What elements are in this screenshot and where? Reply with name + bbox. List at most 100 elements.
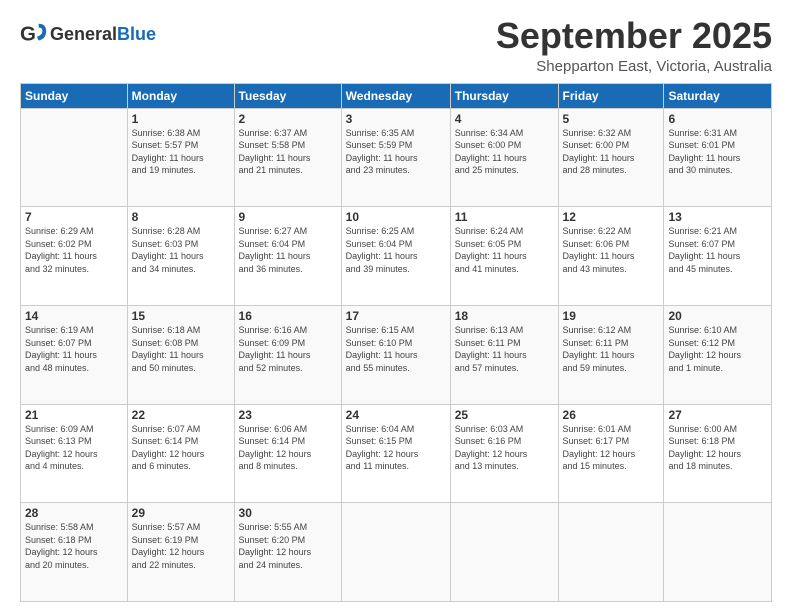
calendar-week-3: 14Sunrise: 6:19 AMSunset: 6:07 PMDayligh… — [21, 305, 772, 404]
calendar-header-friday: Friday — [558, 83, 664, 108]
day-number: 29 — [132, 506, 230, 520]
calendar-header-monday: Monday — [127, 83, 234, 108]
calendar-header-thursday: Thursday — [450, 83, 558, 108]
day-number: 23 — [239, 408, 337, 422]
calendar-cell: 27Sunrise: 6:00 AMSunset: 6:18 PMDayligh… — [664, 404, 772, 503]
calendar-cell — [664, 503, 772, 602]
day-info: Sunrise: 5:55 AMSunset: 6:20 PMDaylight:… — [239, 521, 337, 571]
calendar-cell: 4Sunrise: 6:34 AMSunset: 6:00 PMDaylight… — [450, 108, 558, 207]
day-info: Sunrise: 6:19 AMSunset: 6:07 PMDaylight:… — [25, 324, 123, 374]
day-info: Sunrise: 6:15 AMSunset: 6:10 PMDaylight:… — [346, 324, 446, 374]
calendar-header-row: SundayMondayTuesdayWednesdayThursdayFrid… — [21, 83, 772, 108]
day-number: 26 — [563, 408, 660, 422]
calendar-cell: 18Sunrise: 6:13 AMSunset: 6:11 PMDayligh… — [450, 305, 558, 404]
day-number: 28 — [25, 506, 123, 520]
day-number: 8 — [132, 210, 230, 224]
day-info: Sunrise: 6:38 AMSunset: 5:57 PMDaylight:… — [132, 127, 230, 177]
day-info: Sunrise: 6:12 AMSunset: 6:11 PMDaylight:… — [563, 324, 660, 374]
day-number: 16 — [239, 309, 337, 323]
day-number: 18 — [455, 309, 554, 323]
calendar-week-4: 21Sunrise: 6:09 AMSunset: 6:13 PMDayligh… — [21, 404, 772, 503]
calendar-cell: 21Sunrise: 6:09 AMSunset: 6:13 PMDayligh… — [21, 404, 128, 503]
calendar-cell: 29Sunrise: 5:57 AMSunset: 6:19 PMDayligh… — [127, 503, 234, 602]
logo-icon: G — [20, 20, 48, 48]
calendar-header-saturday: Saturday — [664, 83, 772, 108]
location-title: Shepparton East, Victoria, Australia — [496, 58, 772, 75]
calendar-cell — [450, 503, 558, 602]
calendar-cell: 13Sunrise: 6:21 AMSunset: 6:07 PMDayligh… — [664, 207, 772, 306]
calendar-cell: 10Sunrise: 6:25 AMSunset: 6:04 PMDayligh… — [341, 207, 450, 306]
day-number: 30 — [239, 506, 337, 520]
calendar-cell: 7Sunrise: 6:29 AMSunset: 6:02 PMDaylight… — [21, 207, 128, 306]
day-number: 17 — [346, 309, 446, 323]
calendar-cell: 20Sunrise: 6:10 AMSunset: 6:12 PMDayligh… — [664, 305, 772, 404]
day-info: Sunrise: 6:18 AMSunset: 6:08 PMDaylight:… — [132, 324, 230, 374]
calendar-cell: 16Sunrise: 6:16 AMSunset: 6:09 PMDayligh… — [234, 305, 341, 404]
calendar-cell: 6Sunrise: 6:31 AMSunset: 6:01 PMDaylight… — [664, 108, 772, 207]
day-number: 9 — [239, 210, 337, 224]
calendar-cell: 8Sunrise: 6:28 AMSunset: 6:03 PMDaylight… — [127, 207, 234, 306]
day-number: 25 — [455, 408, 554, 422]
calendar-week-5: 28Sunrise: 5:58 AMSunset: 6:18 PMDayligh… — [21, 503, 772, 602]
day-info: Sunrise: 6:29 AMSunset: 6:02 PMDaylight:… — [25, 225, 123, 275]
day-number: 21 — [25, 408, 123, 422]
calendar-cell: 12Sunrise: 6:22 AMSunset: 6:06 PMDayligh… — [558, 207, 664, 306]
calendar-cell: 26Sunrise: 6:01 AMSunset: 6:17 PMDayligh… — [558, 404, 664, 503]
day-info: Sunrise: 6:06 AMSunset: 6:14 PMDaylight:… — [239, 423, 337, 473]
title-section: September 2025 Shepparton East, Victoria… — [496, 16, 772, 75]
calendar-cell: 9Sunrise: 6:27 AMSunset: 6:04 PMDaylight… — [234, 207, 341, 306]
day-info: Sunrise: 6:35 AMSunset: 5:59 PMDaylight:… — [346, 127, 446, 177]
day-info: Sunrise: 6:00 AMSunset: 6:18 PMDaylight:… — [668, 423, 767, 473]
day-info: Sunrise: 6:03 AMSunset: 6:16 PMDaylight:… — [455, 423, 554, 473]
calendar-cell: 24Sunrise: 6:04 AMSunset: 6:15 PMDayligh… — [341, 404, 450, 503]
calendar-cell: 1Sunrise: 6:38 AMSunset: 5:57 PMDaylight… — [127, 108, 234, 207]
day-info: Sunrise: 5:57 AMSunset: 6:19 PMDaylight:… — [132, 521, 230, 571]
calendar-cell — [558, 503, 664, 602]
day-info: Sunrise: 6:04 AMSunset: 6:15 PMDaylight:… — [346, 423, 446, 473]
day-number: 19 — [563, 309, 660, 323]
calendar-cell: 3Sunrise: 6:35 AMSunset: 5:59 PMDaylight… — [341, 108, 450, 207]
calendar-cell: 15Sunrise: 6:18 AMSunset: 6:08 PMDayligh… — [127, 305, 234, 404]
day-number: 3 — [346, 112, 446, 126]
header: G GeneralBlue September 2025 Shepparton … — [20, 16, 772, 75]
day-info: Sunrise: 6:22 AMSunset: 6:06 PMDaylight:… — [563, 225, 660, 275]
month-title: September 2025 — [496, 16, 772, 56]
day-number: 22 — [132, 408, 230, 422]
calendar-cell: 2Sunrise: 6:37 AMSunset: 5:58 PMDaylight… — [234, 108, 341, 207]
calendar-week-2: 7Sunrise: 6:29 AMSunset: 6:02 PMDaylight… — [21, 207, 772, 306]
svg-text:G: G — [20, 23, 36, 46]
calendar-cell: 17Sunrise: 6:15 AMSunset: 6:10 PMDayligh… — [341, 305, 450, 404]
calendar-cell: 22Sunrise: 6:07 AMSunset: 6:14 PMDayligh… — [127, 404, 234, 503]
calendar-cell: 19Sunrise: 6:12 AMSunset: 6:11 PMDayligh… — [558, 305, 664, 404]
calendar-header-tuesday: Tuesday — [234, 83, 341, 108]
day-info: Sunrise: 6:07 AMSunset: 6:14 PMDaylight:… — [132, 423, 230, 473]
calendar-cell: 14Sunrise: 6:19 AMSunset: 6:07 PMDayligh… — [21, 305, 128, 404]
calendar-cell: 28Sunrise: 5:58 AMSunset: 6:18 PMDayligh… — [21, 503, 128, 602]
day-info: Sunrise: 6:28 AMSunset: 6:03 PMDaylight:… — [132, 225, 230, 275]
calendar-cell: 11Sunrise: 6:24 AMSunset: 6:05 PMDayligh… — [450, 207, 558, 306]
logo: G GeneralBlue — [20, 20, 156, 48]
page: G GeneralBlue September 2025 Shepparton … — [0, 0, 792, 612]
day-number: 12 — [563, 210, 660, 224]
calendar-header-sunday: Sunday — [21, 83, 128, 108]
day-number: 1 — [132, 112, 230, 126]
day-number: 27 — [668, 408, 767, 422]
day-info: Sunrise: 6:10 AMSunset: 6:12 PMDaylight:… — [668, 324, 767, 374]
calendar-cell: 23Sunrise: 6:06 AMSunset: 6:14 PMDayligh… — [234, 404, 341, 503]
calendar-cell — [341, 503, 450, 602]
day-info: Sunrise: 6:13 AMSunset: 6:11 PMDaylight:… — [455, 324, 554, 374]
calendar-cell: 25Sunrise: 6:03 AMSunset: 6:16 PMDayligh… — [450, 404, 558, 503]
day-info: Sunrise: 6:21 AMSunset: 6:07 PMDaylight:… — [668, 225, 767, 275]
day-number: 10 — [346, 210, 446, 224]
day-info: Sunrise: 6:09 AMSunset: 6:13 PMDaylight:… — [25, 423, 123, 473]
day-number: 13 — [668, 210, 767, 224]
calendar-cell: 30Sunrise: 5:55 AMSunset: 6:20 PMDayligh… — [234, 503, 341, 602]
day-info: Sunrise: 6:37 AMSunset: 5:58 PMDaylight:… — [239, 127, 337, 177]
day-info: Sunrise: 6:31 AMSunset: 6:01 PMDaylight:… — [668, 127, 767, 177]
logo-blue: Blue — [117, 24, 156, 44]
day-number: 5 — [563, 112, 660, 126]
day-number: 24 — [346, 408, 446, 422]
day-info: Sunrise: 6:01 AMSunset: 6:17 PMDaylight:… — [563, 423, 660, 473]
day-info: Sunrise: 6:16 AMSunset: 6:09 PMDaylight:… — [239, 324, 337, 374]
day-number: 7 — [25, 210, 123, 224]
